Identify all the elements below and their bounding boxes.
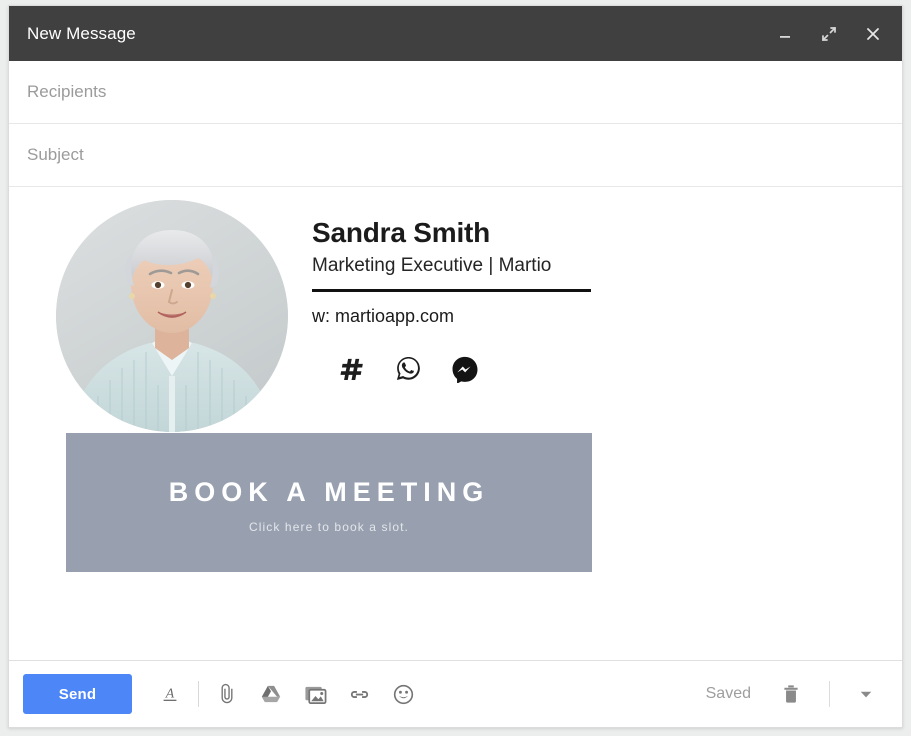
toolbar-icons: A — [148, 673, 425, 715]
email-signature: Sandra Smith Marketing Executive | Marti… — [56, 200, 591, 432]
messenger-link[interactable] — [450, 354, 480, 384]
link-icon — [350, 690, 368, 698]
insert-drive-file-button[interactable] — [249, 673, 293, 715]
signature-website: w: martioapp.com — [312, 305, 455, 326]
signature-social-links — [312, 354, 591, 384]
signature-role: Marketing Executive | Martio — [312, 255, 552, 277]
compose-titlebar: New Message — [9, 6, 902, 61]
insert-emoji-button[interactable] — [381, 673, 425, 715]
window-controls — [772, 21, 886, 47]
compose-window: New Message Recipients Subject Sandra Sm… — [8, 5, 903, 728]
subject-input[interactable]: Subject — [27, 145, 84, 165]
format-text-icon: A — [163, 686, 177, 701]
hashtag-icon — [340, 358, 363, 380]
google-drive-icon — [261, 685, 281, 703]
compose-toolbar: Send A Saved — [9, 660, 902, 727]
photo-icon — [304, 686, 326, 704]
minimize-button[interactable] — [772, 21, 798, 47]
close-button[interactable] — [860, 21, 886, 47]
insert-link-button[interactable] — [337, 673, 381, 715]
compose-title: New Message — [27, 23, 136, 43]
trash-icon — [784, 685, 798, 703]
whatsapp-icon — [396, 357, 420, 381]
expand-icon — [822, 26, 836, 41]
draft-status: Saved — [705, 685, 751, 702]
formatting-options-button[interactable]: A — [148, 673, 192, 715]
expand-button[interactable] — [816, 21, 842, 47]
attach-files-button[interactable] — [205, 673, 249, 715]
more-options-button[interactable] — [844, 673, 888, 715]
banner-title: BOOK A MEETING — [168, 477, 490, 507]
avatar — [56, 200, 288, 432]
banner-subtitle: Click here to book a slot. — [249, 520, 409, 534]
signature-divider — [312, 288, 591, 292]
screenshot-root: New Message Recipients Subject Sandra Sm… — [0, 0, 911, 736]
whatsapp-link[interactable] — [393, 354, 423, 384]
message-body[interactable]: Sandra Smith Marketing Executive | Marti… — [9, 187, 902, 660]
hashtag-link[interactable] — [336, 354, 366, 384]
recipients-row[interactable]: Recipients — [9, 61, 902, 124]
recipients-input[interactable]: Recipients — [27, 82, 106, 102]
discard-draft-button[interactable] — [769, 673, 813, 715]
toolbar-right-divider — [829, 681, 830, 707]
book-meeting-banner[interactable]: BOOK A MEETING Click here to book a slot… — [66, 433, 592, 572]
messenger-icon — [452, 356, 478, 383]
minimize-icon — [780, 35, 790, 38]
paperclip-icon — [221, 683, 233, 704]
chevron-down-icon — [860, 691, 872, 698]
send-button[interactable]: Send — [23, 674, 132, 714]
portrait-photo-icon — [56, 200, 288, 432]
close-icon — [867, 27, 879, 40]
svg-text:A: A — [165, 686, 175, 701]
insert-photo-button[interactable] — [293, 673, 337, 715]
signature-header: Sandra Smith Marketing Executive | Marti… — [56, 200, 591, 432]
emoji-icon — [393, 684, 413, 704]
toolbar-divider — [198, 681, 199, 707]
subject-row[interactable]: Subject — [9, 124, 902, 187]
signature-name: Sandra Smith — [312, 217, 491, 248]
signature-details: Sandra Smith Marketing Executive | Marti… — [312, 200, 591, 384]
